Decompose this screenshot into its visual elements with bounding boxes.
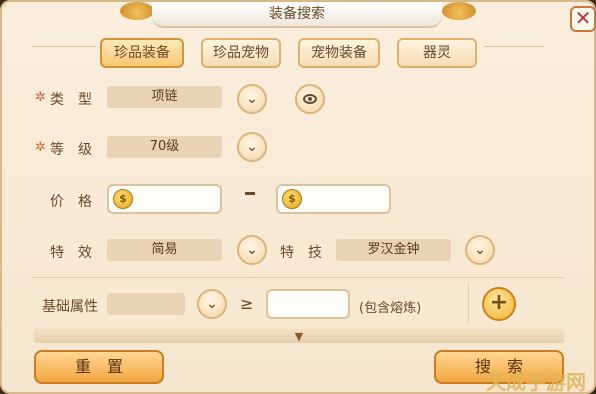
tab-pet-equipment[interactable]: 宠物装备 bbox=[298, 38, 380, 68]
required-mark: ✲ bbox=[35, 90, 46, 105]
reset-button[interactable]: 重 置 bbox=[34, 350, 164, 384]
skill-label: 特 技 bbox=[280, 245, 322, 261]
chevron-down-icon[interactable]: ⌄ bbox=[465, 235, 495, 265]
chevron-down-icon[interactable]: ⌄ bbox=[237, 84, 267, 114]
divider bbox=[468, 282, 469, 324]
price-min-input[interactable]: $ bbox=[107, 184, 222, 214]
price-max-input[interactable]: $ bbox=[276, 184, 391, 214]
smelting-note: (包含熔炼) bbox=[359, 301, 422, 316]
eye-pupil bbox=[308, 97, 312, 101]
equipment-search-panel: 装备搜索 ✕ 珍品装备 珍品宠物 宠物装备 器灵 ✲ 类 型 项链 ⌄ ✲ 等 … bbox=[0, 0, 596, 394]
skill-value[interactable]: 罗汉金钟 bbox=[336, 239, 451, 261]
tab-spirit[interactable]: 器灵 bbox=[397, 38, 477, 68]
effect-value[interactable]: 简易 bbox=[107, 239, 222, 261]
plus-icon[interactable]: + bbox=[482, 287, 516, 321]
type-value[interactable]: 项链 bbox=[107, 86, 222, 108]
operator-label: ≥ bbox=[240, 294, 254, 313]
effect-label: 特 效 bbox=[50, 245, 92, 261]
chevron-down-icon[interactable]: ▼ bbox=[291, 331, 307, 342]
watermark: 天成手游网 bbox=[486, 370, 586, 394]
tab-rare-pet[interactable]: 珍品宠物 bbox=[201, 38, 281, 68]
type-label: 类 型 bbox=[50, 92, 92, 108]
level-label: 等 级 bbox=[50, 142, 92, 158]
ornament-right-icon bbox=[442, 2, 476, 20]
chevron-down-icon[interactable]: ⌄ bbox=[237, 235, 267, 265]
eye-icon[interactable] bbox=[295, 84, 325, 114]
base-attr-amount-input[interactable] bbox=[266, 289, 350, 319]
required-mark: ✲ bbox=[35, 140, 46, 155]
divider bbox=[32, 277, 564, 278]
divider bbox=[484, 46, 544, 47]
price-separator bbox=[245, 192, 255, 195]
close-button[interactable]: ✕ bbox=[570, 6, 596, 32]
base-attr-value[interactable] bbox=[107, 293, 185, 315]
chevron-down-icon[interactable]: ⌄ bbox=[237, 132, 267, 162]
price-label: 价 格 bbox=[50, 194, 92, 210]
level-value[interactable]: 70级 bbox=[107, 136, 222, 158]
coin-icon: $ bbox=[282, 189, 302, 209]
base-attr-label: 基础属性 bbox=[42, 299, 98, 315]
chevron-down-icon[interactable]: ⌄ bbox=[197, 289, 227, 319]
ornament-left-icon bbox=[120, 2, 154, 20]
coin-icon: $ bbox=[113, 189, 133, 209]
divider bbox=[32, 46, 96, 47]
tab-rare-equipment[interactable]: 珍品装备 bbox=[100, 38, 184, 68]
window-title: 装备搜索 bbox=[152, 2, 442, 28]
